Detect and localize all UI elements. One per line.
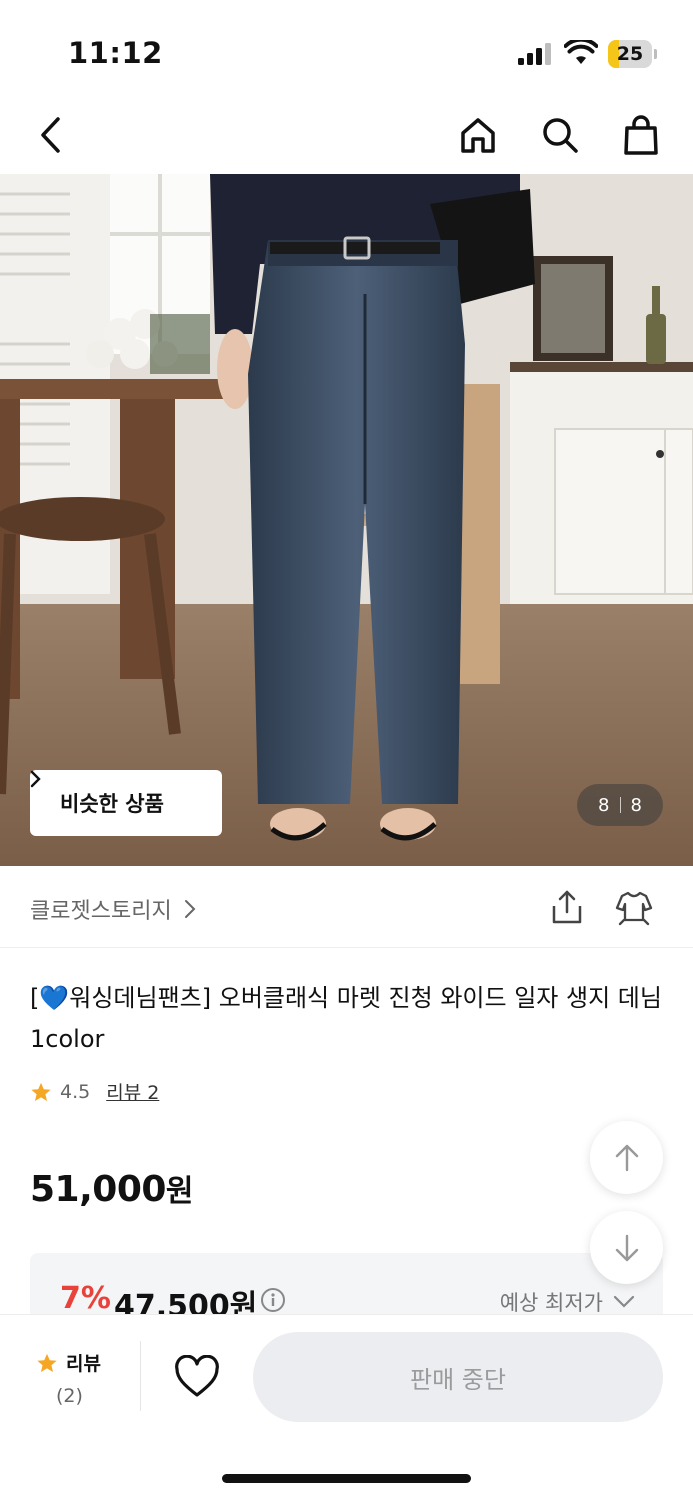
clothing-fit-icon[interactable] [614,888,654,926]
arrow-down-icon [615,1234,638,1261]
back-button[interactable] [28,112,74,158]
star-icon [31,1082,51,1101]
price-value: 51,000 [30,1169,166,1210]
review-tab[interactable]: 리뷰 [36,1349,101,1376]
cart-button[interactable] [618,112,664,158]
star-icon [37,1353,57,1372]
top-nav [0,100,693,174]
product-photo [0,174,693,866]
similar-products-button[interactable]: 비슷한 상품 [30,770,222,836]
product-image-carousel[interactable]: 비슷한 상품 8 8 [0,174,693,866]
cellular-signal-icon [518,43,551,65]
counter-current: 8 [598,794,610,816]
price-unit: 원 [165,1174,194,1209]
battery-percent: 25 [616,43,644,65]
home-icon [461,118,495,153]
battery-indicator: 25 [608,40,657,68]
divider [140,1341,141,1411]
brand-row: 클로젯스토리지 [0,866,693,948]
chevron-right-icon [184,900,196,918]
blue-heart-emoji: 💙 [39,984,70,1012]
scroll-top-button[interactable] [590,1121,663,1194]
similar-products-label: 비슷한 상품 [60,792,164,816]
wifi-icon [564,40,598,64]
brand-name: 클로젯스토리지 [30,899,172,924]
price: 51,000원 [30,1166,194,1210]
search-button[interactable] [537,112,583,158]
status-bar: 11:12 25 [0,0,693,100]
product-title: [💙워싱데님팬츠] 오버클래식 마렛 진청 와이드 일자 생지 데님 1colo… [30,984,662,1053]
image-page-counter: 8 8 [577,784,663,826]
heart-icon[interactable] [174,1355,220,1399]
search-icon [543,118,578,153]
shopping-bag-icon [624,115,658,155]
review-count: (2) [56,1385,83,1407]
bottom-action-bar: 리뷰 (2) 판매 중단 [0,1314,693,1500]
status-time: 11:12 [68,36,163,70]
scroll-bottom-button[interactable] [590,1211,663,1284]
home-button[interactable] [455,112,501,158]
home-indicator [222,1474,471,1483]
review-label: 리뷰 [66,1353,101,1375]
share-icon[interactable] [548,888,586,926]
estimated-lowest-price[interactable]: 예상 최저가 [500,1287,635,1317]
back-icon [41,117,60,153]
sale-stopped-button[interactable]: 판매 중단 [253,1332,663,1422]
discount-percent: 7% [60,1281,111,1316]
info-icon[interactable] [260,1287,286,1313]
rating-score: 4.5 [60,1080,91,1103]
estimate-label: 예상 최저가 [499,1291,603,1315]
brand-link[interactable]: 클로젯스토리지 [30,893,196,925]
review-link[interactable]: 리뷰 2 [106,1078,159,1105]
counter-total: 8 [630,794,642,816]
rating-row: 4.5 리뷰 2 [30,1078,159,1105]
chevron-down-icon [613,1295,635,1308]
arrow-up-icon [615,1144,638,1171]
